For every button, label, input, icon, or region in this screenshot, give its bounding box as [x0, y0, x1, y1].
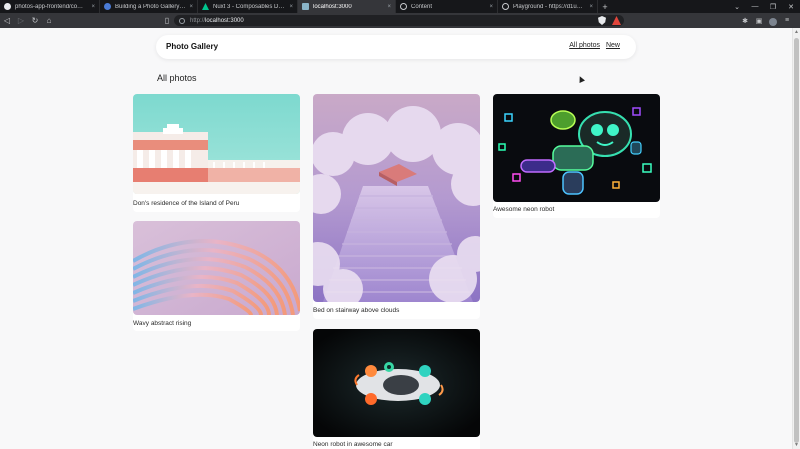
- photo-image[interactable]: [133, 221, 300, 315]
- photo-card[interactable]: Bed on stairway above clouds: [313, 94, 480, 319]
- scroll-down-icon[interactable]: ▼: [793, 441, 800, 449]
- forward-icon[interactable]: ▷: [14, 13, 28, 28]
- photo-caption: Bed on stairway above clouds: [313, 307, 400, 314]
- photo-image[interactable]: [313, 94, 480, 302]
- photo-caption: Don's residence of the Island of Peru: [133, 200, 240, 207]
- tab-github[interactable]: photos-app-frontend/components.ui ×: [0, 0, 100, 13]
- tab-title: Building a Photo Gallery app with Wea: [115, 3, 185, 10]
- tab-search-icon[interactable]: ⌄: [728, 0, 746, 13]
- tab-nuxt[interactable]: Nuxt 3 - Composables Directory ×: [198, 0, 298, 13]
- close-tab-icon[interactable]: ×: [91, 4, 95, 10]
- mouse-cursor: [577, 75, 585, 83]
- tab-title: Nuxt 3 - Composables Directory: [213, 3, 286, 10]
- back-icon[interactable]: ◁: [0, 13, 14, 28]
- photo-caption: Awesome neon robot: [493, 206, 555, 213]
- close-tab-icon[interactable]: ×: [589, 4, 593, 10]
- url-host: localhost:3000: [205, 17, 244, 24]
- menu-icon[interactable]: ≡: [780, 13, 794, 28]
- nav-links: All photos New: [569, 42, 620, 49]
- photo-image[interactable]: [133, 94, 300, 194]
- extensions-icon[interactable]: ✱: [738, 13, 752, 28]
- tab-content[interactable]: Content ×: [396, 0, 498, 13]
- tab-title: Playground - https://d1uo0y3vdeakh: [513, 3, 585, 10]
- browser-toolbar: ◁ ▷ ↻ ⌂ ▯ http://localhost:3000 ⇪ ✱ ▣ ≡: [0, 13, 800, 28]
- bookmark-icon[interactable]: ▯: [160, 13, 174, 28]
- photo-card[interactable]: Wavy abstract rising: [133, 221, 300, 331]
- close-tab-icon[interactable]: ×: [387, 4, 391, 10]
- page-scrollbar[interactable]: ▲ ▼: [792, 28, 800, 449]
- app-icon: [302, 3, 309, 10]
- nav-link-all-photos[interactable]: All photos: [569, 42, 600, 49]
- navbar: Photo Gallery All photos New: [156, 35, 636, 59]
- globe-icon: [502, 3, 509, 10]
- scrollbar-thumb[interactable]: [794, 38, 799, 443]
- toolbar-right: ✱ ▣ ≡: [738, 13, 794, 28]
- close-tab-icon[interactable]: ×: [489, 4, 493, 10]
- photo-image[interactable]: [493, 94, 660, 202]
- minimize-icon[interactable]: —: [746, 0, 764, 13]
- home-icon[interactable]: ⌂: [42, 13, 56, 28]
- tab-title: Content: [411, 3, 433, 10]
- github-icon: [4, 3, 11, 10]
- photo-card[interactable]: Awesome neon robot: [493, 94, 660, 218]
- browser-window: photos-app-frontend/components.ui × Buil…: [0, 0, 800, 449]
- globe-icon: [400, 3, 407, 10]
- tab-article[interactable]: Building a Photo Gallery app with Wea ×: [100, 0, 198, 13]
- close-tab-icon[interactable]: ×: [289, 4, 293, 10]
- reload-icon[interactable]: ↻: [28, 13, 42, 28]
- close-window-icon[interactable]: ✕: [782, 0, 800, 13]
- window-controls: ⌄ — ❐ ✕: [728, 0, 800, 13]
- tab-title: photos-app-frontend/components.ui: [15, 3, 87, 10]
- photo-card[interactable]: Neon robot in awesome car: [313, 329, 480, 449]
- tab-strip: photos-app-frontend/components.ui × Buil…: [0, 0, 800, 13]
- nuxt-icon: [202, 3, 209, 10]
- brand-logo[interactable]: Photo Gallery: [166, 42, 218, 51]
- photo-caption: Wavy abstract rising: [133, 320, 192, 327]
- address-bar[interactable]: http://localhost:3000 ⇪: [174, 15, 624, 26]
- site-info-icon[interactable]: [179, 17, 185, 24]
- page-title: All photos: [157, 73, 197, 83]
- tab-title: localhost:3000: [313, 3, 352, 10]
- photo-card[interactable]: Don's residence of the Island of Peru: [133, 94, 300, 212]
- new-tab-icon[interactable]: +: [598, 0, 612, 13]
- close-tab-icon[interactable]: ×: [189, 4, 193, 10]
- tab-localhost[interactable]: localhost:3000 ×: [298, 0, 396, 13]
- nav-link-new[interactable]: New: [606, 42, 620, 49]
- tab-playground[interactable]: Playground - https://d1uo0y3vdeakh ×: [498, 0, 598, 13]
- page-viewport: Photo Gallery All photos New All photos: [0, 28, 792, 449]
- scroll-up-icon[interactable]: ▲: [793, 28, 800, 36]
- photo-image[interactable]: [313, 329, 480, 437]
- dropbox-icon: [104, 3, 111, 10]
- sidebar-icon[interactable]: ▣: [752, 13, 766, 28]
- profile-icon[interactable]: [766, 13, 780, 28]
- photo-caption: Neon robot in awesome car: [313, 441, 393, 448]
- restore-icon[interactable]: ❐: [764, 0, 782, 13]
- url-scheme: http://: [190, 17, 206, 24]
